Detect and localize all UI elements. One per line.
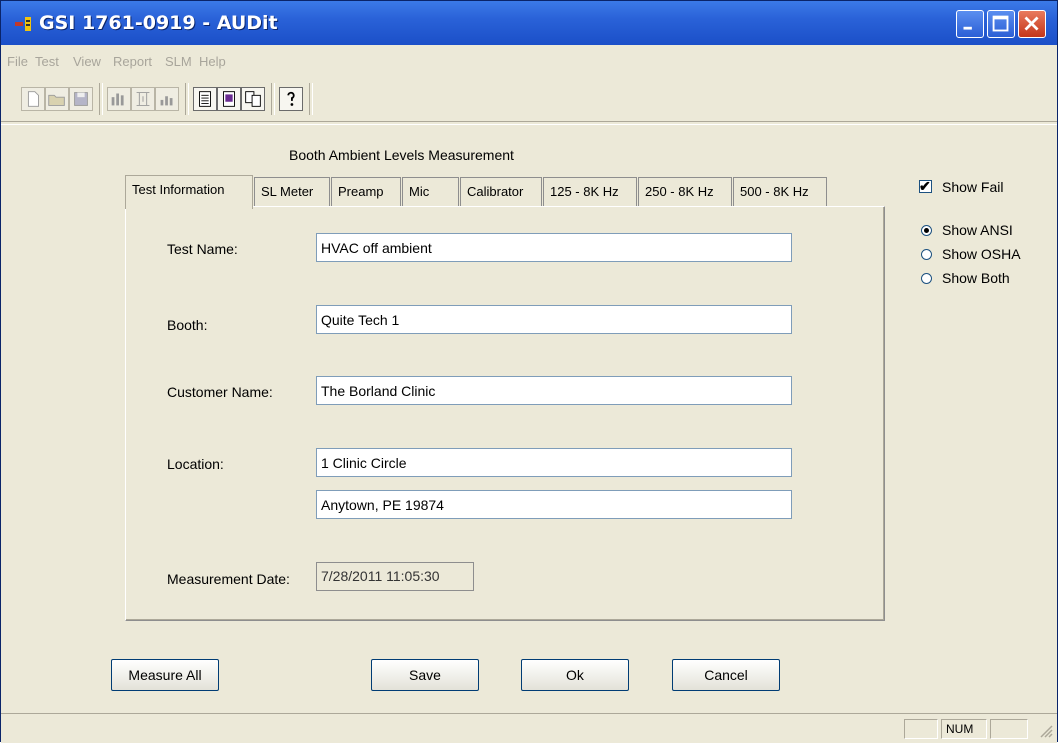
bars-icon	[111, 93, 124, 106]
open-button[interactable]	[45, 87, 69, 111]
toolbar-separator	[185, 83, 189, 115]
help-button[interactable]	[279, 87, 303, 111]
chart-icon	[160, 96, 173, 106]
menu-test[interactable]: Test	[35, 54, 59, 69]
menu-slm[interactable]: SLM	[165, 54, 192, 69]
menu-bar: File Test View Report SLM Help	[1, 45, 1057, 75]
chart-button[interactable]	[155, 87, 179, 111]
show-fail-checkbox[interactable]: ✔	[919, 178, 932, 194]
toolbar-separator	[99, 83, 103, 115]
show-osha-label[interactable]: Show OSHA	[942, 246, 1021, 262]
customer-name-input[interactable]	[316, 376, 792, 405]
maximize-button[interactable]	[987, 10, 1015, 38]
help-icon	[287, 91, 295, 106]
toolbar	[13, 79, 393, 119]
window-title: GSI 1761-0919 - AUDit	[39, 12, 278, 34]
ok-button[interactable]: Ok	[521, 659, 629, 691]
save-icon	[74, 92, 88, 106]
show-both-label[interactable]: Show Both	[942, 270, 1010, 286]
monitor-button[interactable]	[217, 87, 241, 111]
monitor-icon	[223, 91, 235, 107]
location-line1-input[interactable]	[316, 448, 792, 477]
document-button[interactable]	[193, 87, 217, 111]
measurement-date-label: Measurement Date:	[167, 571, 290, 587]
new-button[interactable]	[21, 87, 45, 111]
save-button[interactable]: Save	[371, 659, 479, 691]
tab-mic[interactable]: Mic	[402, 177, 459, 207]
menu-help[interactable]: Help	[199, 54, 226, 69]
booth-label: Booth:	[167, 317, 208, 333]
measure-all-button[interactable]: Measure All	[111, 659, 219, 691]
show-ansi-label[interactable]: Show ANSI	[942, 222, 1013, 238]
copy-button[interactable]	[241, 87, 265, 111]
close-button[interactable]	[1018, 10, 1046, 38]
booth-input[interactable]	[316, 305, 792, 334]
measurement-date-value: 7/28/2011 11:05:30	[316, 562, 474, 591]
open-icon	[48, 94, 65, 106]
tab-preamp[interactable]: Preamp	[331, 177, 401, 207]
tab-panel-test-information: Test Name: Booth: Customer Name: Locatio…	[125, 206, 885, 621]
test-name-label: Test Name:	[167, 241, 238, 257]
status-bar: NUM	[1, 713, 1057, 743]
frame-button[interactable]	[131, 87, 155, 111]
location-label: Location:	[167, 456, 224, 472]
show-ansi-radio[interactable]	[921, 225, 932, 236]
application-window: GSI 1761-0919 - AUDit File Test View Rep…	[0, 0, 1058, 743]
close-icon	[1024, 16, 1039, 31]
tab-250-8k[interactable]: 250 - 8K Hz	[638, 177, 732, 207]
app-icon	[15, 17, 31, 31]
menu-file[interactable]: File	[7, 54, 28, 69]
checkmark-icon: ✔	[919, 178, 931, 194]
tab-sl-meter[interactable]: SL Meter	[254, 177, 330, 207]
tab-125-8k[interactable]: 125 - 8K Hz	[543, 177, 637, 207]
num-lock-indicator: NUM	[941, 719, 987, 739]
document-icon	[199, 91, 211, 107]
status-pane	[990, 719, 1028, 739]
tab-test-information[interactable]: Test Information	[125, 175, 253, 209]
customer-name-label: Customer Name:	[167, 384, 273, 400]
bars-button[interactable]	[107, 87, 131, 111]
tab-500-8k[interactable]: 500 - 8K Hz	[733, 177, 827, 207]
frame-icon	[136, 92, 150, 106]
test-name-input[interactable]	[316, 233, 792, 262]
resize-grip-icon[interactable]	[1037, 722, 1053, 738]
status-pane	[904, 719, 938, 739]
show-both-radio[interactable]	[921, 273, 932, 284]
maximize-icon	[992, 15, 1009, 32]
new-icon	[27, 91, 39, 107]
page-title: Booth Ambient Levels Measurement	[289, 147, 514, 163]
title-bar[interactable]: GSI 1761-0919 - AUDit	[1, 1, 1057, 45]
minimize-icon	[963, 26, 972, 30]
toolbar-separator	[271, 83, 275, 115]
menu-report[interactable]: Report	[113, 54, 152, 69]
toolbar-divider	[1, 121, 1057, 125]
minimize-button[interactable]	[956, 10, 984, 38]
save-file-button[interactable]	[69, 87, 93, 111]
copy-icon	[245, 91, 261, 107]
location-line2-input[interactable]	[316, 490, 792, 519]
cancel-button[interactable]: Cancel	[672, 659, 780, 691]
toolbar-separator	[309, 83, 313, 115]
show-fail-label[interactable]: Show Fail	[942, 179, 1003, 195]
menu-view[interactable]: View	[73, 54, 101, 69]
tab-calibrator[interactable]: Calibrator	[460, 177, 542, 207]
show-osha-radio[interactable]	[921, 249, 932, 260]
